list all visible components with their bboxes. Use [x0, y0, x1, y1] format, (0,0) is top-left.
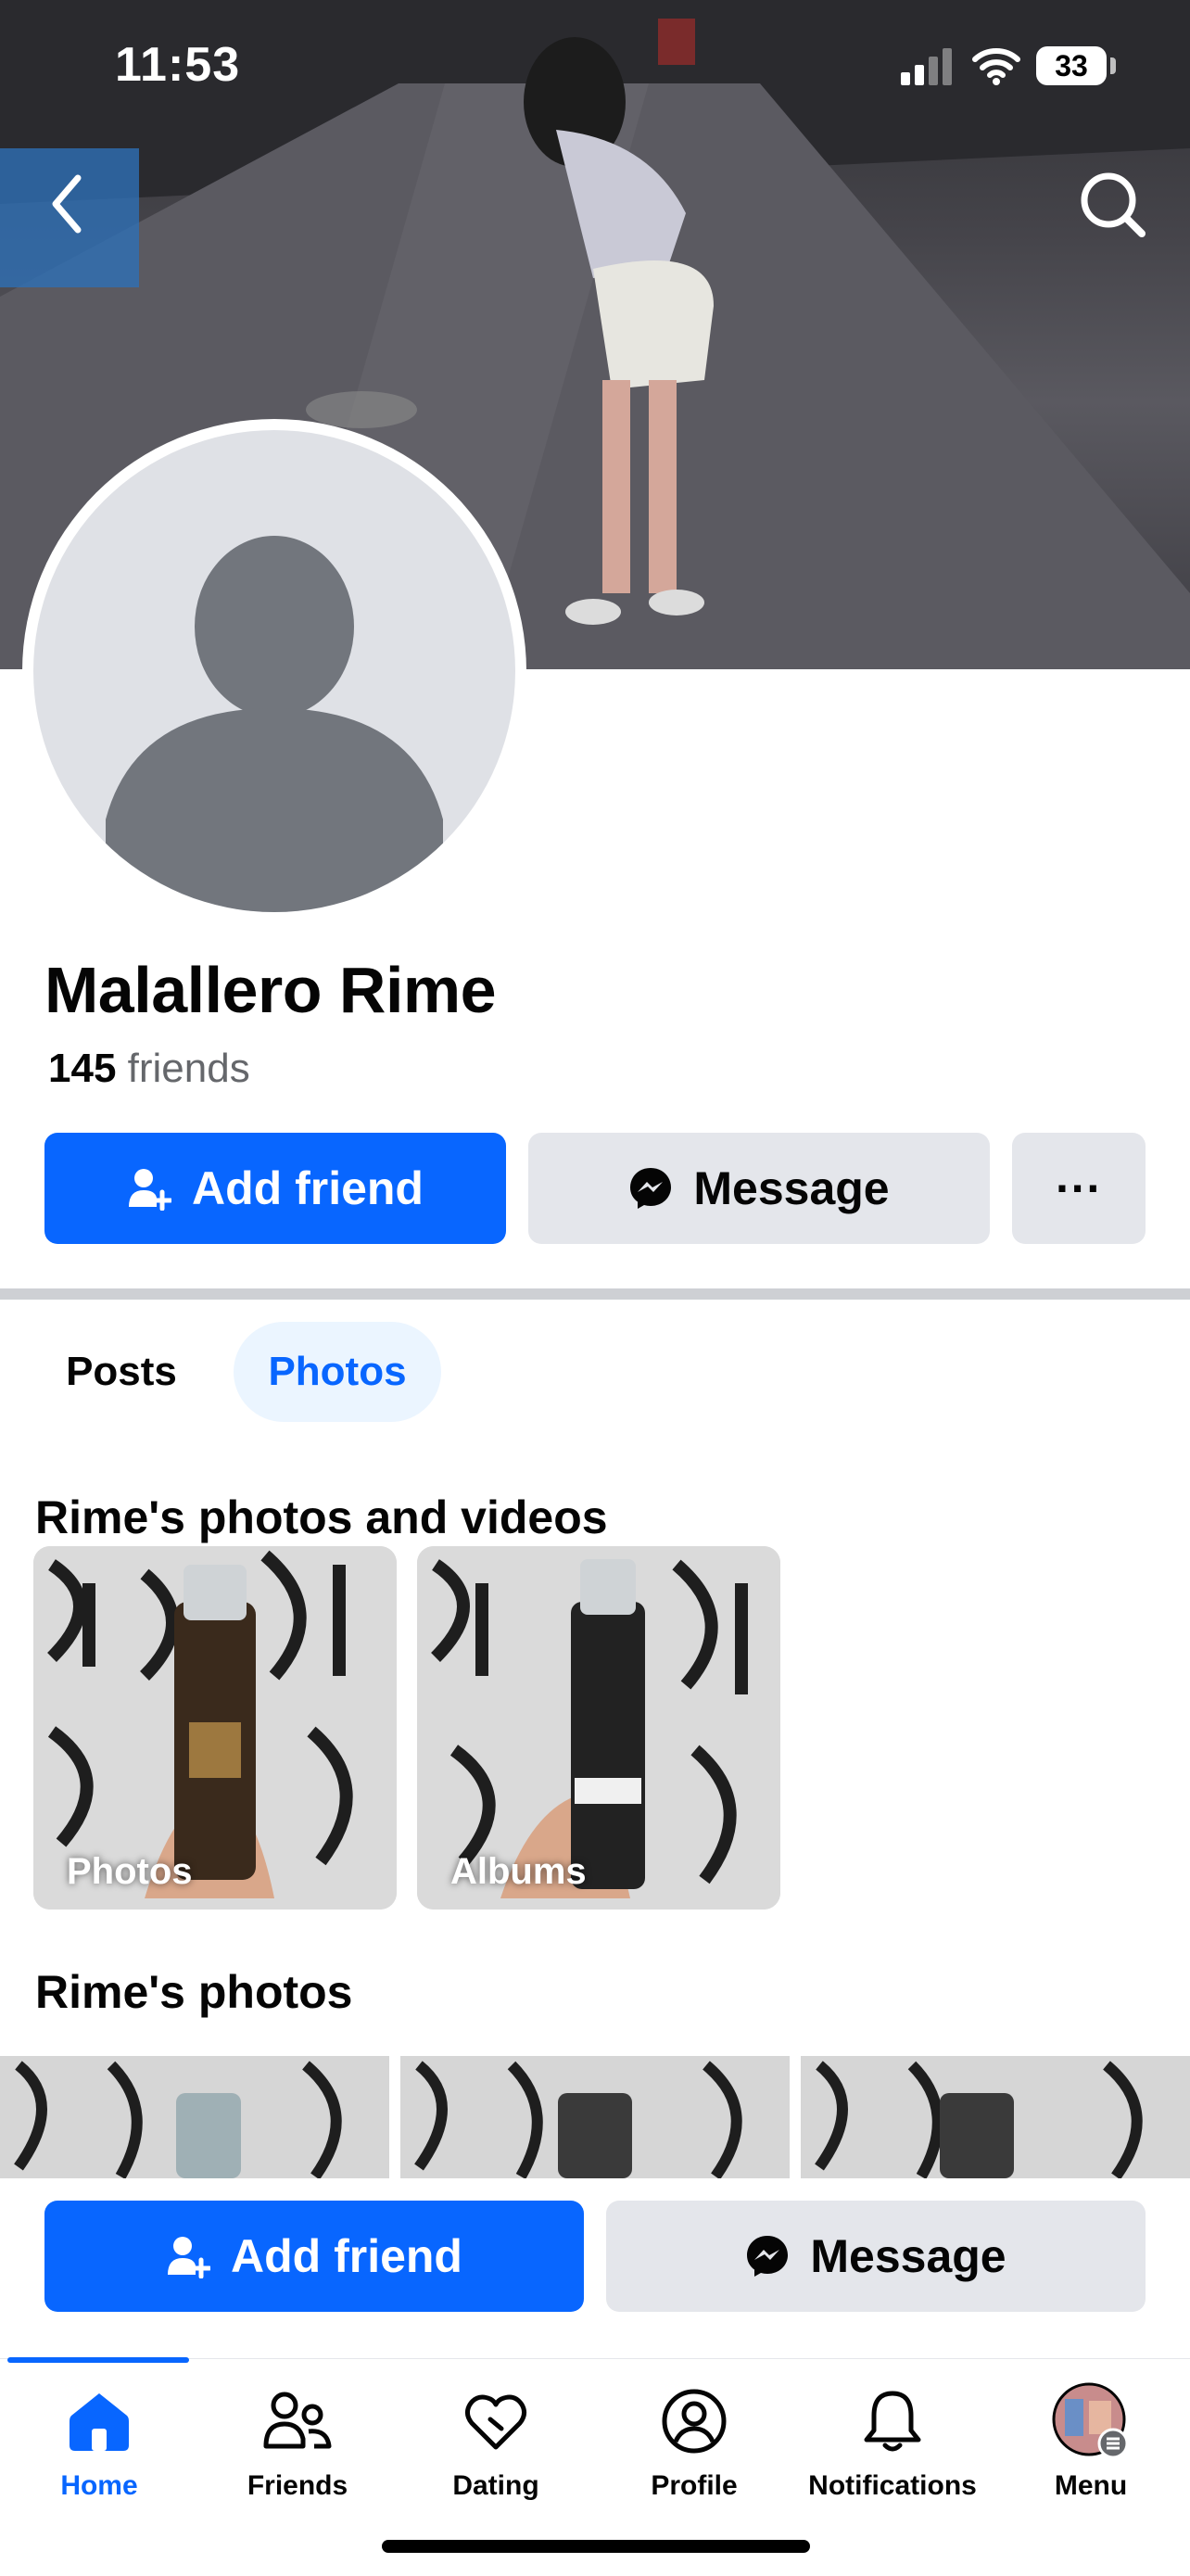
- dating-icon: [397, 2379, 595, 2463]
- add-person-icon: [127, 1166, 171, 1211]
- friends-label: friends: [127, 1046, 250, 1091]
- nav-friends-label: Friends: [247, 2470, 348, 2501]
- profile-picture[interactable]: [22, 419, 526, 923]
- add-friend-label: Add friend: [192, 1162, 424, 1214]
- bottom-add-friend-button[interactable]: Add friend: [44, 2201, 584, 2312]
- active-tab-indicator: [7, 2357, 189, 2363]
- messenger-icon: [628, 1166, 673, 1211]
- menu-avatar-icon: [992, 2379, 1190, 2463]
- nav-home-label: Home: [60, 2470, 138, 2501]
- battery-cap: [1110, 57, 1116, 74]
- search-icon[interactable]: [1075, 167, 1149, 241]
- battery-level: 33: [1055, 48, 1088, 82]
- bell-icon: [793, 2379, 992, 2463]
- nav-dating[interactable]: Dating: [397, 2379, 595, 2528]
- bottom-add-friend-label: Add friend: [231, 2230, 462, 2282]
- message-button[interactable]: Message: [528, 1133, 990, 1244]
- nav-notifications-label: Notifications: [808, 2470, 977, 2501]
- home-indicator: [382, 2540, 810, 2553]
- cellular-signal-icon: [901, 48, 952, 85]
- photo-thumbnail[interactable]: [0, 2056, 389, 2178]
- friends-icon: [198, 2379, 397, 2463]
- battery-indicator: 33: [1036, 46, 1107, 85]
- photos-tile-label: Photos: [67, 1851, 193, 1892]
- tab-posts[interactable]: Posts: [35, 1322, 208, 1422]
- status-bar: 11:53 33: [0, 0, 1190, 139]
- add-friend-button[interactable]: Add friend: [44, 1133, 506, 1244]
- friends-number: 145: [48, 1046, 117, 1091]
- message-label: Message: [693, 1162, 890, 1214]
- nav-dating-label: Dating: [452, 2470, 539, 2501]
- nav-menu-label: Menu: [1054, 2470, 1128, 2501]
- profile-icon: [595, 2379, 793, 2463]
- wifi-icon: [972, 48, 1020, 85]
- messenger-icon: [745, 2234, 790, 2278]
- photos-and-videos-heading: Rime's photos and videos: [35, 1491, 608, 1543]
- tab-photos-label: Photos: [268, 1349, 407, 1394]
- status-time: 11:53: [115, 38, 241, 92]
- more-options-label: ···: [1056, 1162, 1102, 1214]
- nav-menu[interactable]: Menu: [992, 2379, 1190, 2528]
- nav-home[interactable]: Home: [0, 2379, 198, 2528]
- nav-notifications[interactable]: Notifications: [793, 2379, 992, 2528]
- section-divider: [0, 1288, 1190, 1300]
- home-icon: [0, 2379, 198, 2463]
- photo-thumbnail[interactable]: [400, 2056, 790, 2178]
- albums-tile-label: Albums: [450, 1851, 587, 1892]
- nav-profile[interactable]: Profile: [595, 2379, 793, 2528]
- tab-posts-label: Posts: [66, 1349, 177, 1394]
- albums-tile[interactable]: Albums: [417, 1546, 780, 1910]
- profile-name: Malallero Rime: [44, 954, 497, 1026]
- bottom-message-label: Message: [810, 2230, 1006, 2282]
- more-options-button[interactable]: ···: [1012, 1133, 1146, 1244]
- back-chevron-icon[interactable]: [41, 167, 95, 241]
- photos-tile[interactable]: Photos: [33, 1546, 397, 1910]
- add-person-icon: [166, 2234, 210, 2278]
- photos-heading: Rime's photos: [35, 1966, 353, 2018]
- default-avatar-icon: [33, 430, 515, 912]
- tab-photos[interactable]: Photos: [234, 1322, 441, 1422]
- nav-friends[interactable]: Friends: [198, 2379, 397, 2528]
- photo-thumbnail[interactable]: [801, 2056, 1190, 2178]
- friends-count[interactable]: 145 friends: [48, 1046, 250, 1092]
- nav-profile-label: Profile: [651, 2470, 738, 2501]
- bottom-message-button[interactable]: Message: [606, 2201, 1146, 2312]
